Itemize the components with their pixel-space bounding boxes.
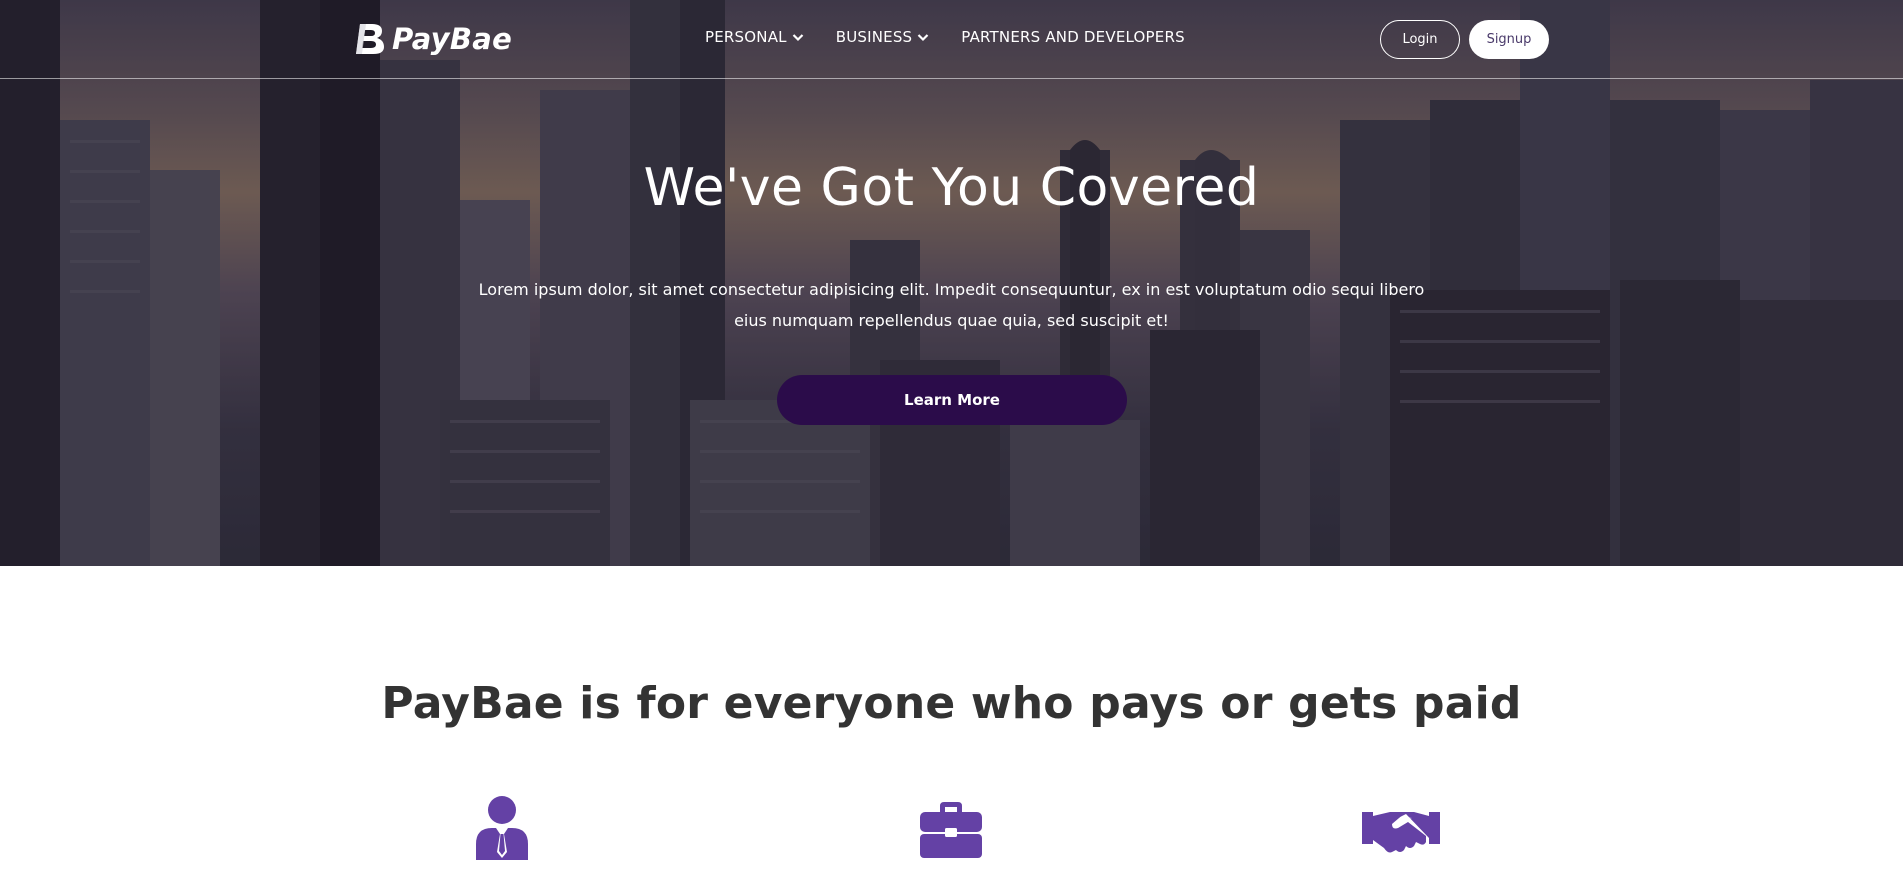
nav-item-label: BUSINESS (835, 28, 913, 46)
person-tie-icon (476, 796, 528, 860)
nav-item-personal[interactable]: PERSONAL (705, 28, 804, 46)
handshake-icon (1362, 812, 1440, 853)
section-title: PayBae is for everyone who pays or gets … (381, 678, 1522, 729)
briefcase-icon (920, 802, 982, 858)
hero-title: We've Got You Covered (643, 158, 1260, 218)
brand-logo[interactable]: PayBae (354, 20, 512, 58)
brand-name: PayBae (392, 22, 513, 56)
chevron-down-icon (792, 34, 803, 42)
learn-more-button[interactable]: Learn More (777, 375, 1127, 425)
login-button[interactable]: Login (1380, 20, 1460, 59)
nav-links: PERSONAL BUSINESS PARTNERS AND DEVELOPER… (705, 28, 1217, 46)
hero-section: PayBae PERSONAL BUSINESS PARTNERS AND DE… (0, 0, 1903, 566)
hero-description: Lorem ipsum dolor, sit amet consectetur … (478, 280, 1425, 330)
nav-item-label: PERSONAL (705, 28, 787, 46)
paybae-b-logo-icon (356, 24, 384, 54)
top-nav: PayBae PERSONAL BUSINESS PARTNERS AND DE… (0, 0, 1903, 79)
signup-button[interactable]: Signup (1469, 20, 1549, 59)
nav-item-label: PARTNERS AND DEVELOPERS (961, 28, 1185, 46)
nav-item-business[interactable]: BUSINESS (836, 28, 930, 46)
chevron-down-icon (918, 34, 929, 42)
nav-item-partners-developers[interactable]: PARTNERS AND DEVELOPERS (961, 28, 1185, 46)
